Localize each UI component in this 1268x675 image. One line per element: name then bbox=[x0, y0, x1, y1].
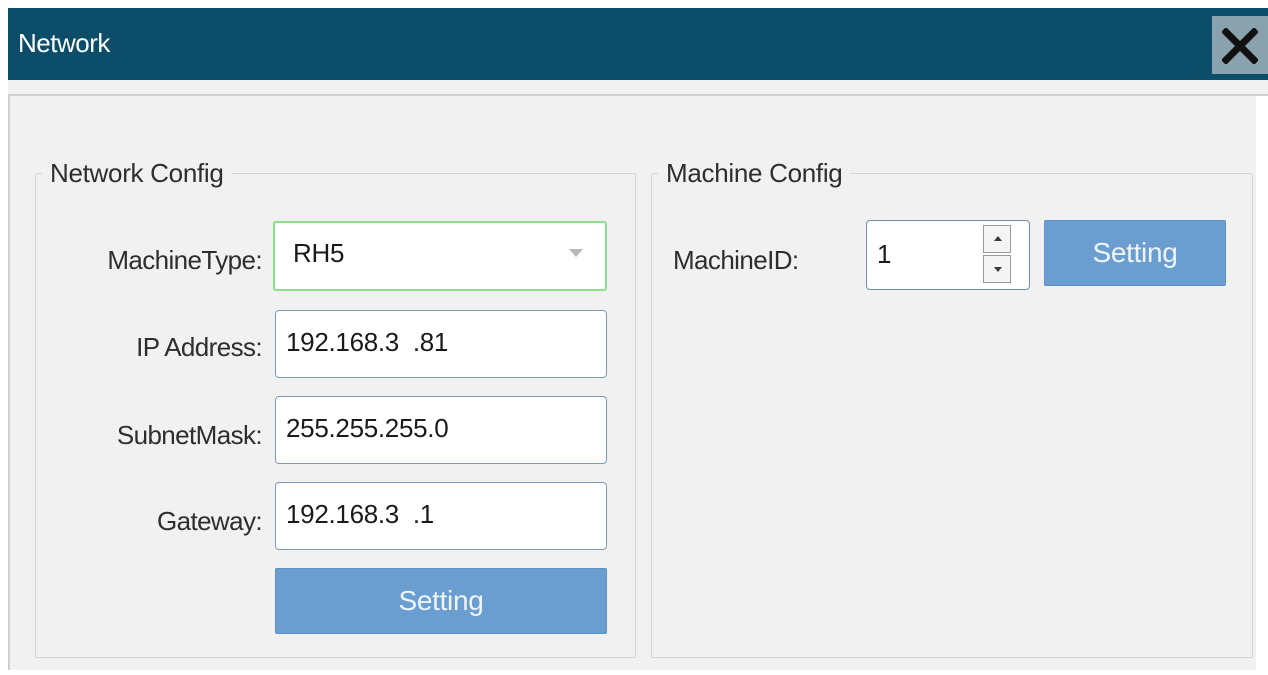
ip-address-field[interactable]: 192.168.3 .81 bbox=[275, 310, 607, 378]
machine-type-dropdown[interactable]: RH5 bbox=[273, 221, 607, 291]
right-margin bbox=[1256, 96, 1268, 675]
chevron-down-icon bbox=[569, 249, 583, 257]
machine-type-value: RH5 bbox=[293, 238, 345, 268]
increment-button[interactable] bbox=[983, 225, 1011, 253]
close-button[interactable] bbox=[1212, 16, 1268, 74]
machine-id-value: 1 bbox=[877, 239, 892, 269]
network-setting-button[interactable]: Setting bbox=[275, 568, 607, 634]
machine-id-label: MachineID: bbox=[673, 245, 799, 275]
network-dialog: Network Network Config MachineType: RH5 … bbox=[8, 8, 1268, 675]
chevron-down-icon bbox=[994, 267, 1002, 272]
subnet-mask-label: SubnetMask: bbox=[116, 420, 263, 450]
machine-id-stepper[interactable]: 1 bbox=[866, 220, 1030, 290]
machine-setting-button[interactable]: Setting bbox=[1044, 220, 1226, 286]
title-separator bbox=[8, 94, 1268, 96]
network-config-title: Network Config bbox=[50, 158, 224, 188]
ip-address-label: IP Address: bbox=[136, 332, 262, 362]
gateway-field[interactable]: 192.168.3 .1 bbox=[275, 482, 607, 550]
bottom-margin bbox=[8, 670, 1268, 675]
machine-type-label: MachineType: bbox=[107, 245, 262, 275]
left-border bbox=[8, 96, 10, 675]
gateway-label: Gateway: bbox=[156, 506, 263, 536]
stepper-buttons bbox=[983, 225, 1011, 283]
machine-config-title: Machine Config bbox=[666, 158, 843, 188]
subnet-mask-field[interactable]: 255.255.255.0 bbox=[275, 396, 607, 464]
window-title: Network bbox=[18, 28, 110, 58]
close-icon bbox=[1222, 28, 1258, 64]
decrement-button[interactable] bbox=[983, 255, 1011, 283]
title-bar[interactable]: Network bbox=[8, 8, 1268, 80]
chevron-up-icon bbox=[994, 236, 1002, 241]
